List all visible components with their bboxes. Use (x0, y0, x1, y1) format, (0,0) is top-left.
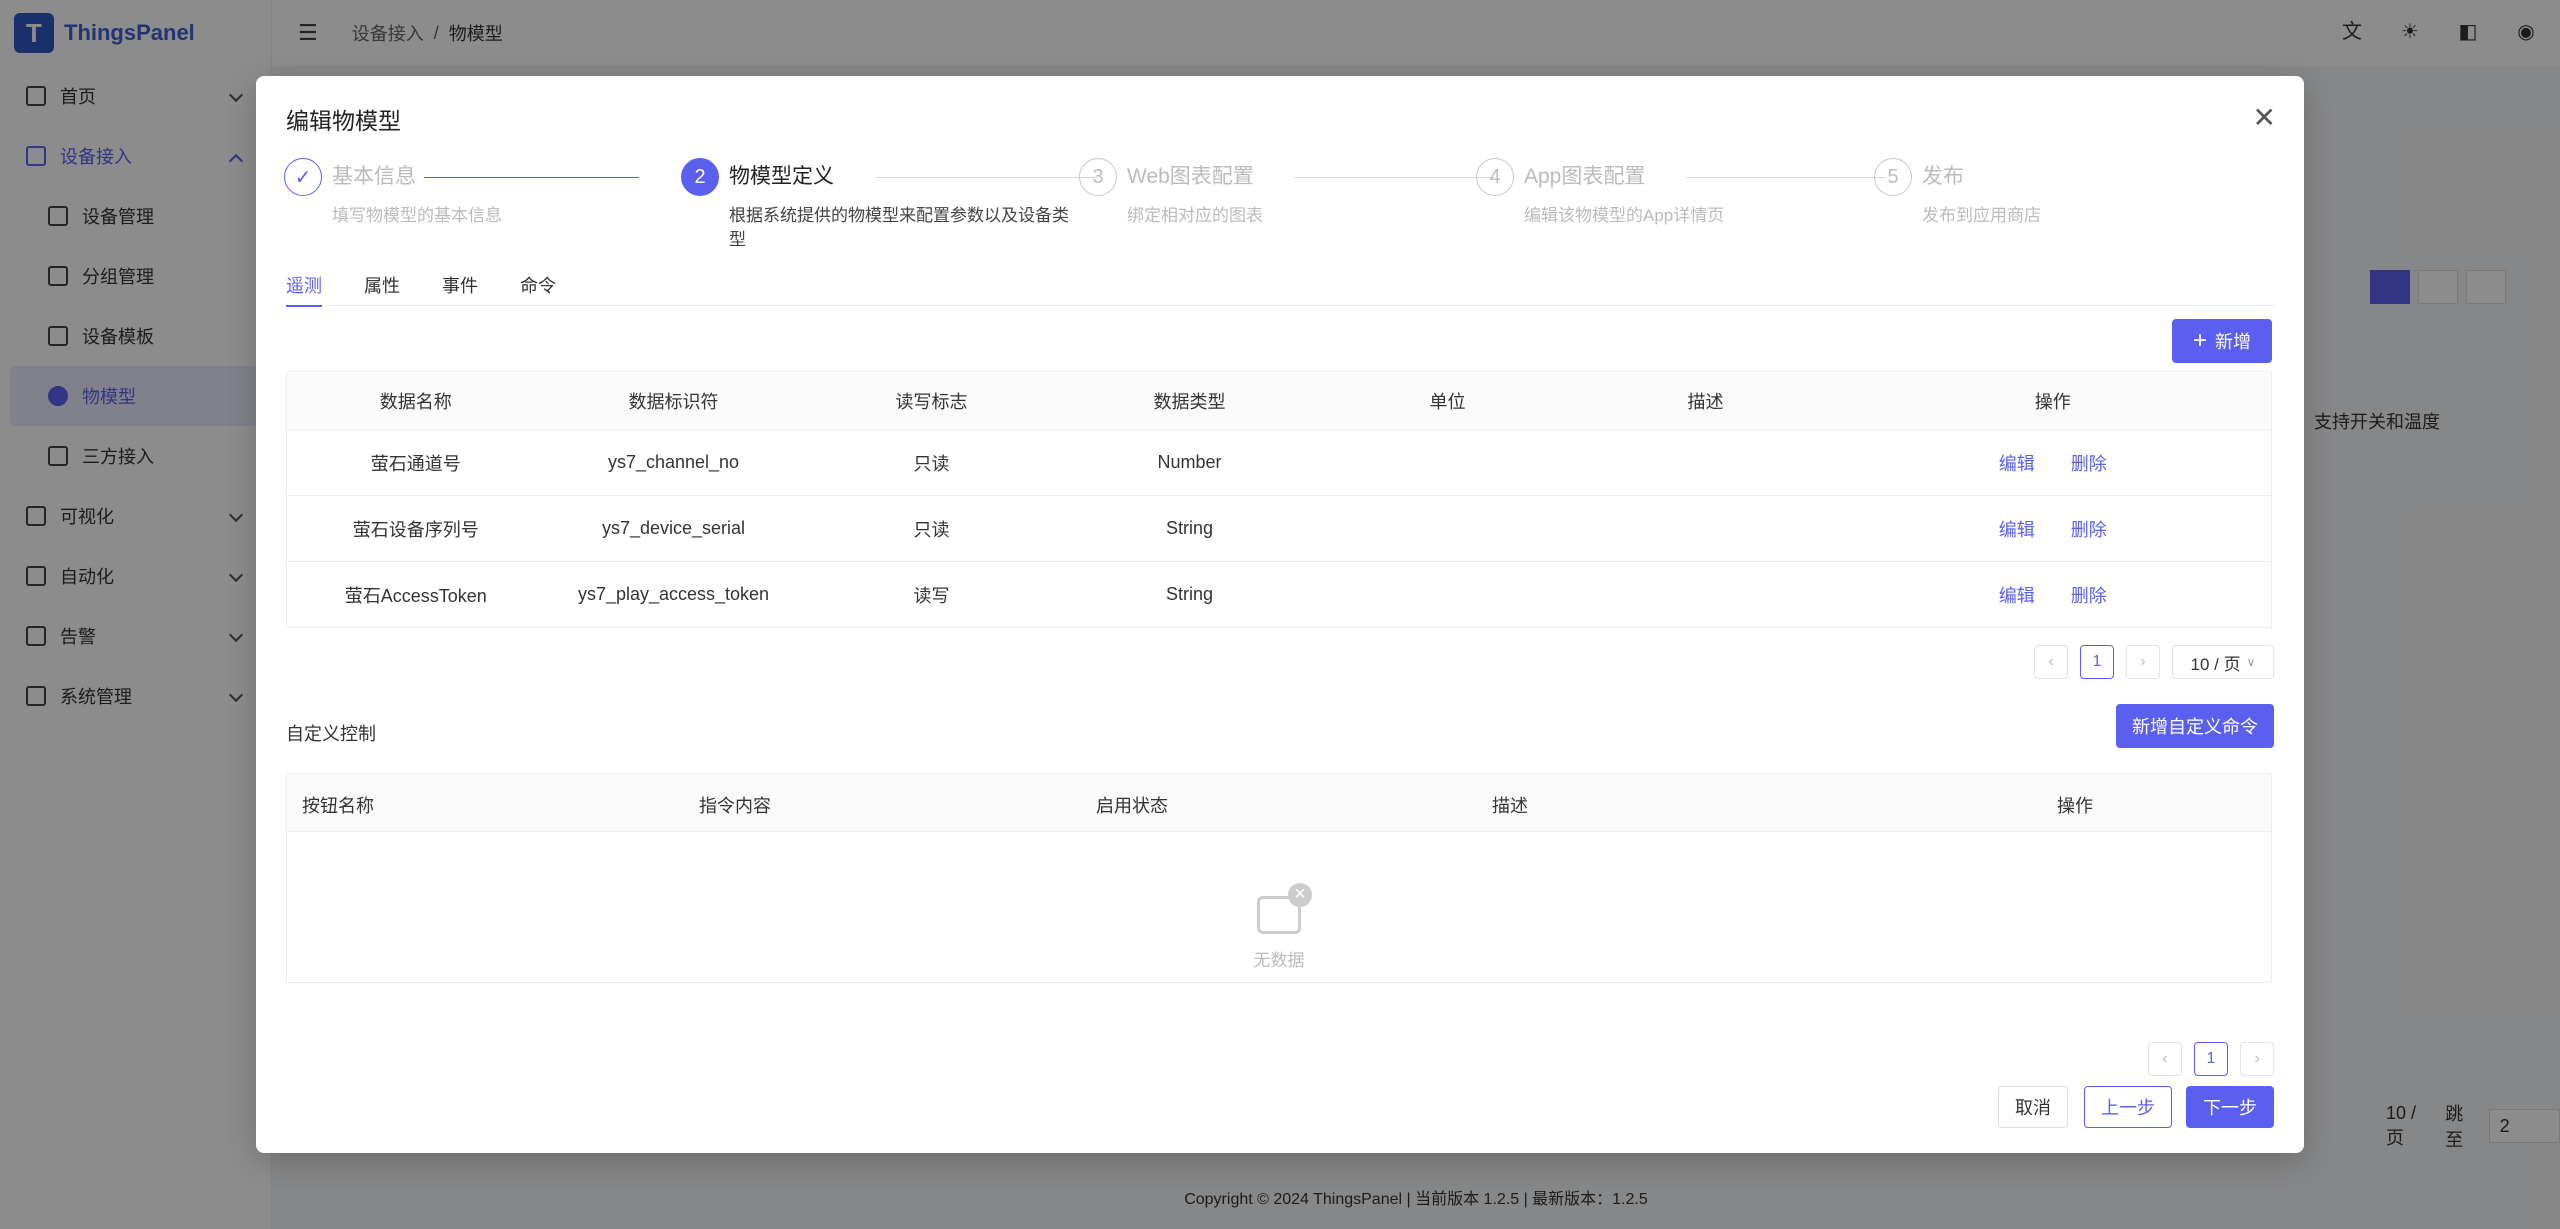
tab-attributes[interactable]: 属性 (364, 272, 400, 306)
step-app-chart[interactable]: 4 App图表配置编辑该物模型的App详情页 (1476, 158, 1724, 228)
step-title: 基本信息 (332, 165, 416, 188)
table-row: 萤石通道号 ys7_channel_no 只读 Number 编辑 删除 (286, 429, 2272, 496)
step-basic-info[interactable]: ✓ 基本信息填写物模型的基本信息 (284, 158, 502, 228)
close-icon[interactable]: ✕ (2253, 104, 2276, 132)
col-header: 操作 (1834, 371, 2272, 430)
add-telemetry-button[interactable]: + 新增 (2172, 319, 2272, 363)
step-desc: 填写物模型的基本信息 (332, 206, 502, 225)
chevron-down-icon: ∨ (2246, 655, 2256, 669)
cell-type: String (1165, 584, 1214, 604)
cancel-button[interactable]: 取消 (1998, 1086, 2068, 1128)
table-header-row: 数据名称 数据标识符 读写标志 数据类型 单位 描述 操作 (286, 371, 2272, 430)
step-number: 5 (1874, 158, 1912, 196)
prev-page-button[interactable]: ‹ (2034, 645, 2068, 679)
cell-type: String (1060, 495, 1319, 562)
delete-link[interactable]: 删除 (2071, 586, 2107, 606)
previous-step-button[interactable]: 上一步 (2084, 1086, 2172, 1128)
step-number: 4 (1476, 158, 1514, 196)
cell-rw: 只读 (802, 429, 1061, 496)
table-header-row: 按钮名称 指令内容 启用状态 描述 操作 (287, 774, 2271, 832)
col-header: 指令内容 (699, 796, 771, 816)
step-desc: 根据系统提供的物模型来配置参数以及设备类型 (729, 206, 1069, 249)
model-tabs: 遥测 属性 事件 命令 (286, 272, 2274, 307)
cell-name: 萤石设备序列号 (286, 495, 545, 562)
col-header: 描述 (1492, 796, 1528, 816)
empty-inbox-icon (1257, 883, 1312, 934)
col-header: 操作 (2057, 796, 2093, 816)
cell-unit (1318, 495, 1577, 562)
tab-telemetry[interactable]: 遥测 (286, 272, 322, 307)
next-step-button[interactable]: 下一步 (2186, 1086, 2274, 1128)
edit-link[interactable]: 编辑 (1999, 586, 2035, 606)
empty-state: 无数据 (287, 883, 2271, 971)
cell-unit (1319, 562, 1577, 628)
cell-unit (1318, 429, 1577, 496)
telemetry-pager: ‹ 1 › 10 / 页 ∨ (2034, 645, 2274, 679)
step-number: 3 (1079, 158, 1117, 196)
col-header: 单位 (1318, 371, 1577, 430)
custom-control-table: 按钮名称 指令内容 启用状态 描述 操作 无数据 (286, 773, 2272, 983)
check-icon: ✓ (284, 158, 322, 196)
cell-key: ys7_play_access_token (577, 584, 770, 604)
step-number: 2 (681, 158, 719, 196)
cell-key: ys7_device_serial (544, 495, 803, 562)
custom-pager: ‹ 1 › (2148, 1042, 2274, 1076)
col-header: 启用状态 (1096, 796, 1168, 816)
dialog-title: 编辑物模型 (286, 108, 401, 134)
page-size-value: 10 / 页 (2190, 654, 2241, 674)
empty-text: 无数据 (1253, 951, 1305, 970)
cell-desc (1576, 495, 1835, 562)
col-header: 读写标志 (802, 371, 1061, 430)
plus-icon: + (2192, 327, 2207, 354)
cell-type: Number (1060, 429, 1319, 496)
cell-desc (1576, 429, 1835, 496)
next-page-button[interactable]: › (2126, 645, 2160, 679)
delete-link[interactable]: 删除 (2071, 520, 2107, 540)
step-title: Web图表配置 (1127, 165, 1254, 188)
step-desc: 绑定相对应的图表 (1127, 206, 1263, 225)
col-header: 按钮名称 (302, 796, 374, 816)
col-header: 数据名称 (286, 371, 545, 430)
edit-link[interactable]: 编辑 (1999, 454, 2035, 474)
tab-events[interactable]: 事件 (442, 272, 478, 306)
telemetry-table: 数据名称 数据标识符 读写标志 数据类型 单位 描述 操作 萤石通道号 ys7_… (286, 371, 2272, 628)
table-row: 萤石AccessToken ys7_play_access_token 读写 S… (287, 562, 2272, 628)
col-header: 数据类型 (1060, 371, 1319, 430)
next-page-button[interactable]: › (2240, 1042, 2274, 1076)
step-desc: 发布到应用商店 (1922, 206, 2041, 225)
cell-rw: 只读 (802, 495, 1061, 562)
cell-actions: 编辑 删除 (1834, 495, 2272, 562)
page-number[interactable]: 1 (2080, 645, 2114, 679)
page-size-select[interactable]: 10 / 页 ∨ (2172, 645, 2274, 679)
col-header: 数据标识符 (544, 371, 803, 430)
page-number[interactable]: 1 (2194, 1042, 2228, 1076)
table-row: 萤石设备序列号 ys7_device_serial 只读 String 编辑 删除 (286, 495, 2272, 562)
step-web-chart[interactable]: 3 Web图表配置绑定相对应的图表 (1079, 158, 1263, 228)
custom-control-title: 自定义控制 (286, 724, 376, 744)
cell-name: 萤石AccessToken (344, 585, 487, 606)
step-title: 物模型定义 (729, 165, 834, 188)
step-title: App图表配置 (1524, 165, 1646, 188)
step-connector (1294, 177, 1494, 178)
cell-key: ys7_channel_no (544, 429, 803, 496)
cell-actions: 编辑 删除 (1834, 429, 2272, 496)
stepper: ✓ 基本信息填写物模型的基本信息 2 物模型定义根据系统提供的物模型来配置参数以… (284, 158, 2274, 258)
prev-page-button[interactable]: ‹ (2148, 1042, 2182, 1076)
cell-rw: 读写 (913, 585, 950, 606)
step-publish[interactable]: 5 发布发布到应用商店 (1874, 158, 2041, 228)
cell-actions: 编辑 删除 (1835, 562, 2272, 628)
step-desc: 编辑该物模型的App详情页 (1524, 206, 1725, 225)
col-header: 描述 (1576, 371, 1835, 430)
cell-desc (1577, 562, 1835, 628)
add-custom-command-button[interactable]: 新增自定义命令 (2116, 704, 2274, 748)
edit-thing-model-dialog: 编辑物模型 ✕ ✓ 基本信息填写物模型的基本信息 2 物模型定义根据系统提供的物… (256, 76, 2304, 1153)
add-label: 新增 (2215, 332, 2251, 352)
edit-link[interactable]: 编辑 (1999, 520, 2035, 540)
cell-name: 萤石通道号 (286, 429, 545, 496)
step-model-definition[interactable]: 2 物模型定义根据系统提供的物模型来配置参数以及设备类型 (681, 158, 1081, 252)
tab-commands[interactable]: 命令 (520, 272, 556, 306)
step-title: 发布 (1922, 165, 1964, 188)
delete-link[interactable]: 删除 (2071, 454, 2107, 474)
